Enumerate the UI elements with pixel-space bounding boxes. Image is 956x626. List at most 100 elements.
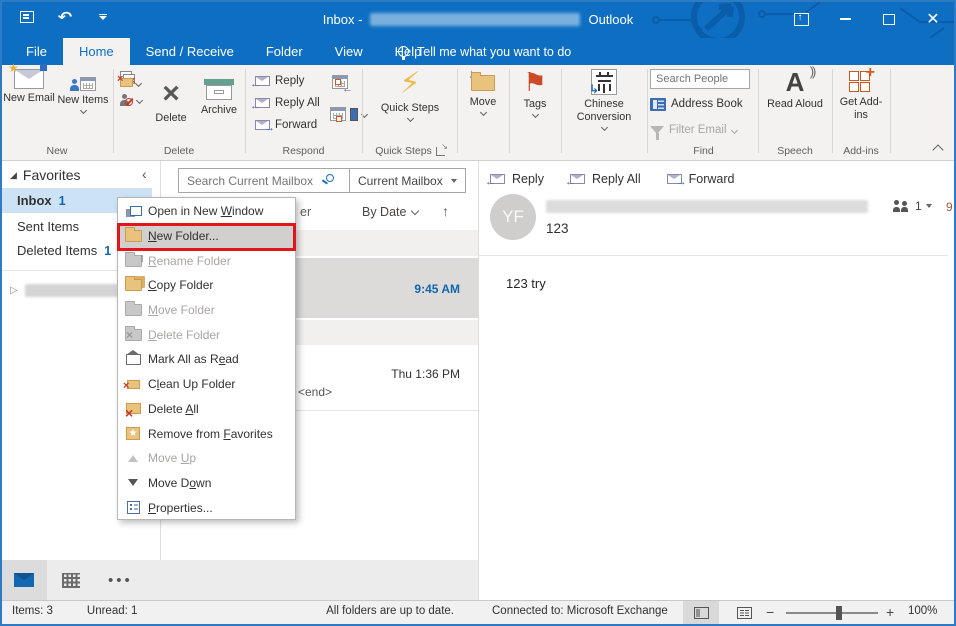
collapse-ribbon-icon[interactable] (932, 144, 943, 155)
list-header-fragment[interactable]: er (300, 205, 311, 219)
delete-all-icon: × (118, 403, 148, 414)
menu-properties[interactable]: Properties... (118, 495, 295, 520)
title-prefix: Inbox - (323, 12, 363, 27)
mailbox-search-bar: Current Mailbox (178, 168, 466, 193)
delete-button[interactable]: × Delete (148, 71, 194, 125)
tab-send-receive[interactable]: Send / Receive (130, 38, 250, 65)
minimize-folder-pane-icon[interactable]: ‹ (142, 166, 147, 182)
redacted-account-name (370, 13, 580, 26)
meeting-icon[interactable]: ← (332, 75, 348, 94)
sort-direction-icon[interactable]: ↑ (442, 203, 449, 219)
zoom-in-button[interactable]: + (886, 604, 894, 620)
forward-icon: → (667, 174, 682, 184)
read-aloud-icon: A)) (786, 69, 805, 95)
search-icon[interactable] (326, 174, 334, 182)
clean-up-icon: × (118, 380, 148, 389)
tags-flag-icon: ⚑ (523, 69, 546, 95)
move-icon: ↓ (468, 69, 498, 93)
read-aloud-button[interactable]: A)) Read Aloud (767, 65, 823, 111)
message-body: 123 try (506, 276, 546, 291)
address-book-button[interactable]: Address Book (650, 93, 743, 115)
sort-by-date-dropdown[interactable]: By Date (362, 205, 418, 219)
menu-copy-folder[interactable]: Copy Folder (118, 273, 295, 298)
reading-view-button[interactable] (726, 601, 762, 624)
menu-mark-all-as-read[interactable]: Mark All as Read (118, 347, 295, 372)
move-down-icon (118, 479, 148, 486)
quick-steps-button[interactable]: ⚡ Quick Steps (378, 65, 442, 121)
menu-open-in-new-window[interactable]: Open in New Window (118, 199, 295, 224)
minimize-icon[interactable] (828, 4, 862, 34)
tell-me-label: Tell me what you want to do (417, 45, 571, 59)
ribbon-tab-row: File Home Send / Receive Folder View Hel… (0, 38, 956, 65)
status-unread-count: Unread: 1 (87, 605, 138, 617)
reading-forward-button[interactable]: → Forward (667, 172, 735, 186)
new-items-button[interactable]: New Items (56, 65, 110, 113)
tags-button[interactable]: ⚑ Tags (511, 65, 559, 117)
navigation-bar: ••• (0, 560, 478, 600)
group-label-delete: Delete (114, 143, 244, 159)
menu-remove-from-favorites[interactable]: ★ Remove from Favorites (118, 421, 295, 446)
favorites-expand-icon[interactable]: ◢ (10, 170, 17, 181)
archive-icon (204, 79, 234, 101)
clipped-received-time: 9 (946, 200, 956, 214)
move-button[interactable]: ↓ Move (459, 65, 507, 115)
archive-button[interactable]: Archive (194, 71, 244, 117)
favorites-header[interactable]: ◢ Favorites (10, 167, 81, 183)
zoom-percentage[interactable]: 100% (908, 605, 937, 617)
status-connection: Connected to: Microsoft Exchange (492, 605, 668, 617)
chinese-conversion-button[interactable]: ↳ Chinese Conversion (563, 65, 645, 130)
lightbulb-icon (398, 46, 409, 57)
search-people-input[interactable] (650, 69, 750, 89)
menu-delete-all[interactable]: × Delete All (118, 397, 295, 422)
delete-icon: × (162, 79, 180, 109)
title-bar: ↶ Inbox - Outlook ✕ (0, 0, 956, 38)
sender-avatar[interactable]: YF (490, 194, 536, 240)
menu-clean-up-folder[interactable]: × Clean Up Folder (118, 372, 295, 397)
junk-icon[interactable] (120, 94, 148, 106)
tab-view[interactable]: View (319, 38, 379, 65)
nav-more[interactable]: ••• (108, 572, 133, 589)
address-book-icon (650, 98, 666, 111)
reading-pane-actions: ← Reply ← Reply All → Forward (490, 172, 734, 186)
reply-button[interactable]: ← Reply (255, 70, 304, 92)
reply-icon: ← (255, 76, 270, 86)
nav-calendar[interactable] (47, 560, 94, 600)
tab-folder[interactable]: Folder (250, 38, 319, 65)
reading-reply-all-button[interactable]: ← Reply All (570, 172, 641, 186)
zoom-slider-handle[interactable] (836, 606, 842, 620)
forward-button[interactable]: → Forward (255, 114, 317, 136)
reading-reply-button[interactable]: ← Reply (490, 172, 544, 186)
zoom-slider-track[interactable] (786, 612, 878, 614)
menu-move-down[interactable]: Move Down (118, 471, 295, 496)
sort-dropdown-icon (411, 207, 419, 215)
close-icon[interactable]: ✕ (916, 4, 950, 34)
get-addins-button[interactable]: + Get Add-ins (834, 65, 888, 122)
deleted-items-count: 1 (104, 244, 111, 258)
nav-mail[interactable] (0, 560, 47, 600)
normal-view-button[interactable] (683, 601, 719, 624)
quick-steps-icon: ⚡ (399, 69, 420, 99)
zoom-out-button[interactable]: − (766, 604, 774, 620)
redacted-sender-name (546, 200, 868, 213)
reading-pane-divider (478, 255, 948, 256)
menu-move-folder: Move Folder (118, 298, 295, 323)
scope-dropdown-icon (451, 179, 457, 183)
quick-steps-dialog-launcher-icon[interactable] (436, 147, 445, 156)
recipients-badge[interactable]: 1 (893, 199, 932, 213)
forward-icon: → (255, 120, 270, 130)
tab-home[interactable]: Home (63, 38, 130, 65)
new-email-button[interactable]: ★ New Email (2, 65, 56, 105)
rename-folder-icon: I (118, 255, 148, 267)
recipients-dropdown-icon (926, 204, 932, 208)
mailbox-scope-dropdown[interactable]: Current Mailbox (350, 168, 466, 193)
clean-up-icon[interactable]: × (120, 78, 148, 87)
reply-all-button[interactable]: ← Reply All (255, 92, 320, 114)
maximize-icon[interactable] (872, 4, 906, 34)
calendar-icon (62, 573, 80, 588)
account-expand-icon[interactable]: ▷ (10, 285, 18, 296)
tell-me-box[interactable]: Tell me what you want to do (398, 38, 571, 65)
ribbon-display-options-icon[interactable] (784, 4, 818, 34)
open-new-window-icon (118, 206, 148, 217)
outlook-window: ↶ Inbox - Outlook ✕ File Home Send / Rec… (0, 0, 956, 626)
ribbon: ★ New Email New Items New × × × (0, 65, 956, 161)
